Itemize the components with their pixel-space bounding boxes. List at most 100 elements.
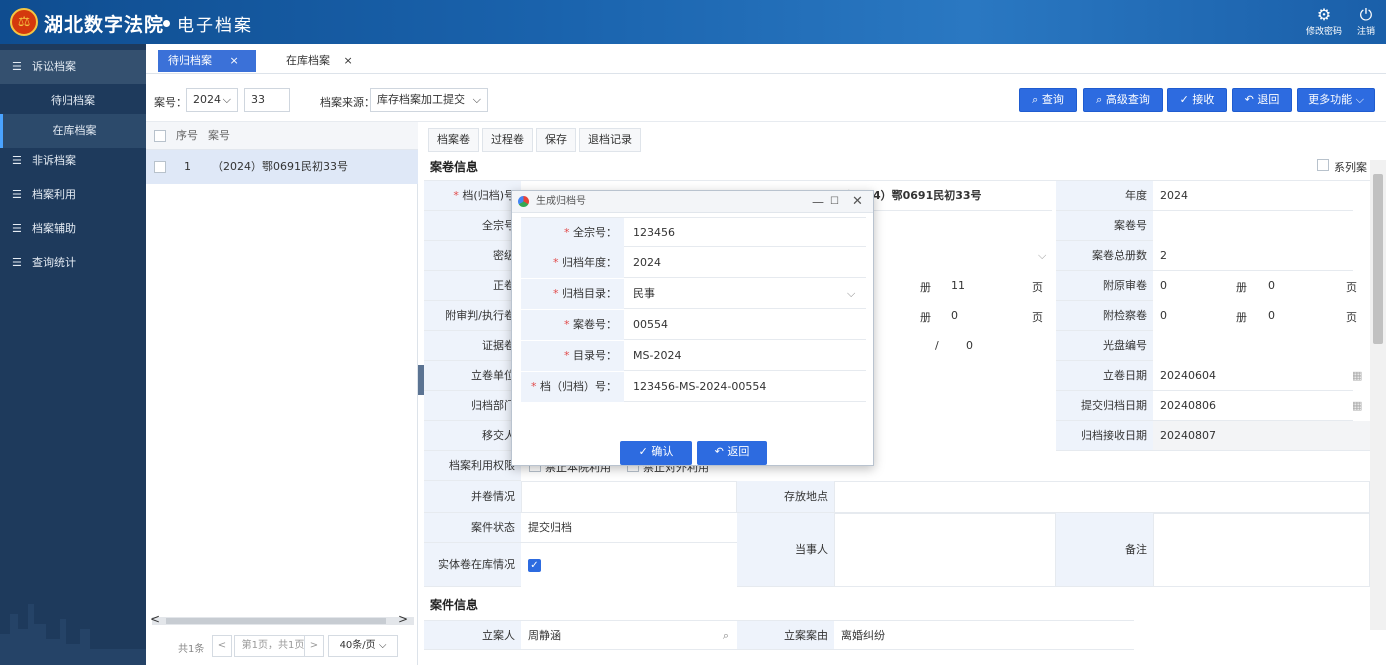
prev-page-button[interactable]: <	[212, 635, 232, 657]
logout-button[interactable]: ⏻ 注销	[1352, 5, 1380, 38]
dialog-field-catalog-no: * 目录号： MS-2024	[521, 341, 866, 371]
menu-icon: ☰	[12, 188, 22, 201]
undo-icon: ↶	[1244, 93, 1254, 106]
chevron-down-icon: ⌵	[472, 93, 481, 106]
page-info: 第1页，共1页	[234, 635, 312, 657]
close-icon[interactable]: ✕	[852, 191, 863, 213]
year-select[interactable]: 2024 ⌵	[186, 88, 238, 112]
merge-status-input[interactable]	[521, 481, 737, 513]
undo-icon: ↶	[714, 445, 724, 458]
series-case-label: 系列案	[1334, 161, 1367, 174]
return-button[interactable]: ↶ 退回	[1232, 88, 1292, 112]
evidence-volume-label: 证据卷	[424, 331, 521, 361]
menu-icon: ☰	[12, 222, 22, 235]
receive-date-value: 20240807	[1153, 421, 1370, 451]
change-password-button[interactable]: ⚙ 修改密码	[1306, 6, 1342, 38]
series-case-checkbox[interactable]	[1317, 159, 1329, 171]
sidebar-item-usage[interactable]: ☰ 档案利用	[0, 178, 146, 212]
judge-value[interactable]: 周静涵 ⌕	[521, 620, 737, 650]
subtab-archive-volume[interactable]: 档案卷	[428, 128, 479, 152]
horizontal-scrollbar[interactable]	[152, 617, 414, 625]
sidebar-item-in-library[interactable]: 在库档案	[0, 114, 146, 148]
party-label: 当事人	[737, 513, 834, 587]
close-icon[interactable]: ×	[344, 54, 353, 67]
archive-catalog-select[interactable]: 民事	[633, 279, 655, 309]
physical-volume-label: 实体卷在库情况	[424, 543, 521, 587]
more-functions-button[interactable]: 更多功能 ⌵	[1297, 88, 1375, 112]
fonds-value[interactable]: 123456	[633, 218, 675, 248]
sidebar-item-pending[interactable]: 待归档案	[0, 84, 146, 118]
advanced-query-button[interactable]: ⌕ 高级查询	[1083, 88, 1163, 112]
storage-location-input[interactable]	[834, 481, 1370, 513]
chevron-down-icon: ⌵	[378, 640, 387, 651]
close-icon[interactable]: ×	[230, 54, 239, 67]
submit-date-label: 提交归档日期	[1056, 391, 1153, 421]
vertical-scrollbar[interactable]	[1370, 160, 1386, 630]
chevron-down-icon[interactable]: ⌵	[1038, 249, 1046, 263]
dialog-field-year: * 归档年度： 2024	[521, 248, 866, 278]
minimize-icon[interactable]: —	[812, 191, 824, 213]
page-size-select[interactable]: 40条/页 ⌵	[328, 635, 398, 657]
sidebar-item-non-litigation[interactable]: ☰ 非诉档案	[0, 144, 146, 178]
receive-button[interactable]: ✓ 接收	[1167, 88, 1227, 112]
transfer-person-label: 移交人	[424, 421, 521, 451]
check-icon: ✓	[638, 445, 648, 458]
sidebar-item-statistics[interactable]: ☰ 查询统计	[0, 246, 146, 280]
app-icon	[518, 196, 529, 207]
party-input[interactable]	[834, 513, 1056, 587]
year-label: 年度	[1056, 181, 1153, 211]
confirm-button[interactable]: ✓ 确认	[620, 441, 692, 465]
cause-value: 离婚纠纷	[834, 620, 1134, 650]
chevron-down-icon[interactable]: ⌵	[847, 287, 855, 301]
calendar-icon[interactable]: ▦	[1352, 369, 1362, 382]
case-number-label: 案号：	[154, 96, 187, 109]
archive-number-value[interactable]: 123456-MS-2024-00554	[633, 372, 766, 402]
table-row[interactable]: 1 （2024）鄂0691民初33号	[146, 150, 418, 184]
submit-date-value[interactable]: 20240806	[1153, 391, 1353, 421]
menu-icon: ☰	[12, 60, 22, 73]
storage-location-label: 存放地点	[737, 481, 834, 513]
row-checkbox[interactable]	[154, 161, 166, 173]
total-volumes-value: 2	[1153, 241, 1353, 271]
next-page-button[interactable]: >	[304, 635, 324, 657]
calendar-icon[interactable]: ▦	[1352, 399, 1362, 412]
orig-review-label: 附原审卷	[1056, 271, 1153, 301]
filing-date-value[interactable]: 20240604	[1153, 361, 1353, 391]
subtab-return-records[interactable]: 退档记录	[579, 128, 641, 152]
subtab-save[interactable]: 保存	[536, 128, 576, 152]
pagination: 共1条 < 第1页，共1页 > 40条/页 ⌵	[146, 627, 418, 665]
back-button[interactable]: ↶ 返回	[697, 441, 767, 465]
sidebar-item-assist[interactable]: ☰ 档案辅助	[0, 212, 146, 246]
search-icon[interactable]: ⌕	[723, 621, 729, 649]
tab-in-library[interactable]: 在库档案 ×	[276, 50, 366, 72]
filing-date-label: 立卷日期	[1056, 361, 1153, 391]
power-icon: ⏻	[1359, 5, 1373, 24]
chevron-down-icon: ⌵	[222, 93, 231, 106]
select-all-checkbox[interactable]	[154, 130, 166, 142]
volume-info-grid: * 档(归档)号 （2024）鄂0691民初33号 年度 2024 全宗号 案卷…	[424, 180, 1370, 587]
procuratorate-label: 附检察卷	[1056, 301, 1153, 331]
app-header: ⚖ 湖北数字法院 电子档案 ⚙ 修改密码 ⏻ 注销	[0, 0, 1386, 44]
sidebar-item-litigation[interactable]: ☰ 诉讼档案	[0, 50, 146, 84]
case-status-label: 案件状态	[424, 513, 521, 543]
archive-year-value[interactable]: 2024	[633, 248, 661, 278]
archive-dept-label: 归档部门	[424, 391, 521, 421]
scroll-left-icon[interactable]: <	[150, 612, 160, 626]
volume-number-value[interactable]: 00554	[633, 310, 668, 340]
physical-volume-checkbox[interactable]: ✓	[528, 559, 541, 572]
remark-label: 备注	[1056, 513, 1153, 587]
main-volume-label: 正卷	[424, 271, 521, 301]
title-separator-dot	[163, 20, 170, 27]
maximize-icon[interactable]: ☐	[830, 191, 839, 213]
filter-bar: 案号： 2024 ⌵ 33 档案来源： 库存档案加工提交 ⌵ ⌕ 查询 ⌕ 高级…	[146, 74, 1386, 122]
case-number-input[interactable]: 33	[244, 88, 290, 112]
catalog-number-value[interactable]: MS-2024	[633, 341, 681, 371]
remark-input[interactable]	[1153, 513, 1370, 587]
subtab-process-volume[interactable]: 过程卷	[482, 128, 533, 152]
tab-pending[interactable]: 待归档案 ×	[158, 50, 256, 72]
chevron-down-icon: ⌵	[1355, 93, 1364, 106]
query-button[interactable]: ⌕ 查询	[1019, 88, 1077, 112]
fonds-label: 全宗号	[424, 211, 521, 241]
scroll-right-icon[interactable]: >	[398, 612, 408, 626]
source-select[interactable]: 库存档案加工提交 ⌵	[370, 88, 488, 112]
